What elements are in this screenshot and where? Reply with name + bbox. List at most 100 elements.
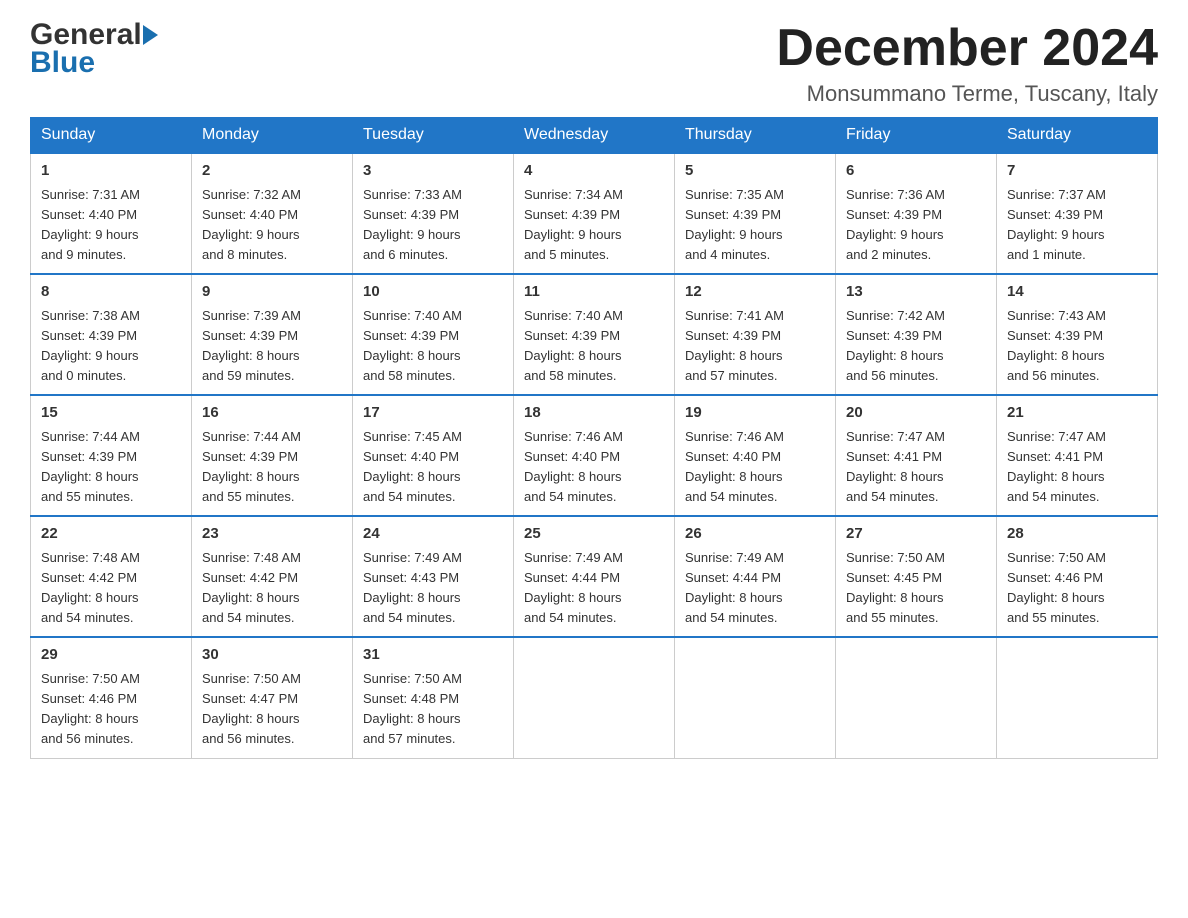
day-info: Sunrise: 7:44 AMSunset: 4:39 PMDaylight:… bbox=[41, 427, 181, 508]
calendar-week-row: 1Sunrise: 7:31 AMSunset: 4:40 PMDaylight… bbox=[31, 153, 1158, 274]
calendar-cell: 23Sunrise: 7:48 AMSunset: 4:42 PMDayligh… bbox=[192, 516, 353, 637]
calendar-cell bbox=[514, 637, 675, 758]
day-number: 18 bbox=[524, 402, 664, 425]
weekday-header-tuesday: Tuesday bbox=[353, 118, 514, 154]
day-number: 19 bbox=[685, 402, 825, 425]
day-info: Sunrise: 7:32 AMSunset: 4:40 PMDaylight:… bbox=[202, 185, 342, 266]
day-info: Sunrise: 7:39 AMSunset: 4:39 PMDaylight:… bbox=[202, 306, 342, 387]
calendar-cell: 31Sunrise: 7:50 AMSunset: 4:48 PMDayligh… bbox=[353, 637, 514, 758]
calendar-cell: 6Sunrise: 7:36 AMSunset: 4:39 PMDaylight… bbox=[836, 153, 997, 274]
day-number: 15 bbox=[41, 402, 181, 425]
day-number: 28 bbox=[1007, 523, 1147, 546]
calendar-cell: 5Sunrise: 7:35 AMSunset: 4:39 PMDaylight… bbox=[675, 153, 836, 274]
weekday-header-row: SundayMondayTuesdayWednesdayThursdayFrid… bbox=[31, 118, 1158, 154]
day-number: 14 bbox=[1007, 281, 1147, 304]
day-number: 16 bbox=[202, 402, 342, 425]
calendar-cell: 19Sunrise: 7:46 AMSunset: 4:40 PMDayligh… bbox=[675, 395, 836, 516]
day-number: 13 bbox=[846, 281, 986, 304]
calendar-cell: 25Sunrise: 7:49 AMSunset: 4:44 PMDayligh… bbox=[514, 516, 675, 637]
day-number: 22 bbox=[41, 523, 181, 546]
day-number: 12 bbox=[685, 281, 825, 304]
calendar-cell: 17Sunrise: 7:45 AMSunset: 4:40 PMDayligh… bbox=[353, 395, 514, 516]
calendar-table: SundayMondayTuesdayWednesdayThursdayFrid… bbox=[30, 117, 1158, 758]
day-info: Sunrise: 7:44 AMSunset: 4:39 PMDaylight:… bbox=[202, 427, 342, 508]
day-info: Sunrise: 7:41 AMSunset: 4:39 PMDaylight:… bbox=[685, 306, 825, 387]
calendar-cell bbox=[836, 637, 997, 758]
calendar-cell: 30Sunrise: 7:50 AMSunset: 4:47 PMDayligh… bbox=[192, 637, 353, 758]
calendar-cell: 28Sunrise: 7:50 AMSunset: 4:46 PMDayligh… bbox=[997, 516, 1158, 637]
calendar-cell: 26Sunrise: 7:49 AMSunset: 4:44 PMDayligh… bbox=[675, 516, 836, 637]
calendar-cell: 14Sunrise: 7:43 AMSunset: 4:39 PMDayligh… bbox=[997, 274, 1158, 395]
calendar-week-row: 15Sunrise: 7:44 AMSunset: 4:39 PMDayligh… bbox=[31, 395, 1158, 516]
calendar-cell: 4Sunrise: 7:34 AMSunset: 4:39 PMDaylight… bbox=[514, 153, 675, 274]
calendar-cell: 11Sunrise: 7:40 AMSunset: 4:39 PMDayligh… bbox=[514, 274, 675, 395]
logo: General Blue bbox=[30, 20, 159, 80]
day-info: Sunrise: 7:50 AMSunset: 4:47 PMDaylight:… bbox=[202, 669, 342, 750]
location-subtitle: Monsummano Terme, Tuscany, Italy bbox=[776, 81, 1158, 107]
weekday-header-monday: Monday bbox=[192, 118, 353, 154]
day-number: 23 bbox=[202, 523, 342, 546]
day-number: 9 bbox=[202, 281, 342, 304]
day-number: 1 bbox=[41, 160, 181, 183]
day-info: Sunrise: 7:49 AMSunset: 4:44 PMDaylight:… bbox=[685, 548, 825, 629]
day-number: 7 bbox=[1007, 160, 1147, 183]
day-info: Sunrise: 7:50 AMSunset: 4:46 PMDaylight:… bbox=[41, 669, 181, 750]
day-number: 26 bbox=[685, 523, 825, 546]
day-info: Sunrise: 7:42 AMSunset: 4:39 PMDaylight:… bbox=[846, 306, 986, 387]
day-info: Sunrise: 7:31 AMSunset: 4:40 PMDaylight:… bbox=[41, 185, 181, 266]
calendar-cell: 7Sunrise: 7:37 AMSunset: 4:39 PMDaylight… bbox=[997, 153, 1158, 274]
day-info: Sunrise: 7:36 AMSunset: 4:39 PMDaylight:… bbox=[846, 185, 986, 266]
day-number: 25 bbox=[524, 523, 664, 546]
day-number: 11 bbox=[524, 281, 664, 304]
day-info: Sunrise: 7:48 AMSunset: 4:42 PMDaylight:… bbox=[202, 548, 342, 629]
day-number: 17 bbox=[363, 402, 503, 425]
calendar-cell: 9Sunrise: 7:39 AMSunset: 4:39 PMDaylight… bbox=[192, 274, 353, 395]
day-number: 6 bbox=[846, 160, 986, 183]
day-info: Sunrise: 7:40 AMSunset: 4:39 PMDaylight:… bbox=[524, 306, 664, 387]
title-area: December 2024 Monsummano Terme, Tuscany,… bbox=[776, 20, 1158, 107]
day-number: 4 bbox=[524, 160, 664, 183]
day-number: 29 bbox=[41, 644, 181, 667]
calendar-week-row: 8Sunrise: 7:38 AMSunset: 4:39 PMDaylight… bbox=[31, 274, 1158, 395]
weekday-header-sunday: Sunday bbox=[31, 118, 192, 154]
day-info: Sunrise: 7:49 AMSunset: 4:44 PMDaylight:… bbox=[524, 548, 664, 629]
calendar-cell: 18Sunrise: 7:46 AMSunset: 4:40 PMDayligh… bbox=[514, 395, 675, 516]
calendar-cell: 22Sunrise: 7:48 AMSunset: 4:42 PMDayligh… bbox=[31, 516, 192, 637]
day-info: Sunrise: 7:38 AMSunset: 4:39 PMDaylight:… bbox=[41, 306, 181, 387]
weekday-header-thursday: Thursday bbox=[675, 118, 836, 154]
day-number: 10 bbox=[363, 281, 503, 304]
calendar-cell bbox=[675, 637, 836, 758]
logo-triangle-icon bbox=[143, 25, 158, 45]
calendar-cell: 8Sunrise: 7:38 AMSunset: 4:39 PMDaylight… bbox=[31, 274, 192, 395]
calendar-cell: 15Sunrise: 7:44 AMSunset: 4:39 PMDayligh… bbox=[31, 395, 192, 516]
calendar-week-row: 29Sunrise: 7:50 AMSunset: 4:46 PMDayligh… bbox=[31, 637, 1158, 758]
calendar-cell: 13Sunrise: 7:42 AMSunset: 4:39 PMDayligh… bbox=[836, 274, 997, 395]
calendar-cell: 21Sunrise: 7:47 AMSunset: 4:41 PMDayligh… bbox=[997, 395, 1158, 516]
calendar-cell: 1Sunrise: 7:31 AMSunset: 4:40 PMDaylight… bbox=[31, 153, 192, 274]
day-info: Sunrise: 7:35 AMSunset: 4:39 PMDaylight:… bbox=[685, 185, 825, 266]
calendar-week-row: 22Sunrise: 7:48 AMSunset: 4:42 PMDayligh… bbox=[31, 516, 1158, 637]
weekday-header-saturday: Saturday bbox=[997, 118, 1158, 154]
day-number: 27 bbox=[846, 523, 986, 546]
day-number: 2 bbox=[202, 160, 342, 183]
day-info: Sunrise: 7:47 AMSunset: 4:41 PMDaylight:… bbox=[846, 427, 986, 508]
day-info: Sunrise: 7:50 AMSunset: 4:46 PMDaylight:… bbox=[1007, 548, 1147, 629]
day-info: Sunrise: 7:50 AMSunset: 4:48 PMDaylight:… bbox=[363, 669, 503, 750]
calendar-cell: 20Sunrise: 7:47 AMSunset: 4:41 PMDayligh… bbox=[836, 395, 997, 516]
weekday-header-friday: Friday bbox=[836, 118, 997, 154]
day-number: 31 bbox=[363, 644, 503, 667]
day-info: Sunrise: 7:40 AMSunset: 4:39 PMDaylight:… bbox=[363, 306, 503, 387]
day-info: Sunrise: 7:45 AMSunset: 4:40 PMDaylight:… bbox=[363, 427, 503, 508]
day-info: Sunrise: 7:47 AMSunset: 4:41 PMDaylight:… bbox=[1007, 427, 1147, 508]
calendar-cell: 3Sunrise: 7:33 AMSunset: 4:39 PMDaylight… bbox=[353, 153, 514, 274]
day-info: Sunrise: 7:48 AMSunset: 4:42 PMDaylight:… bbox=[41, 548, 181, 629]
day-info: Sunrise: 7:46 AMSunset: 4:40 PMDaylight:… bbox=[524, 427, 664, 508]
page-header: General Blue December 2024 Monsummano Te… bbox=[30, 20, 1158, 107]
day-info: Sunrise: 7:49 AMSunset: 4:43 PMDaylight:… bbox=[363, 548, 503, 629]
day-number: 24 bbox=[363, 523, 503, 546]
day-info: Sunrise: 7:34 AMSunset: 4:39 PMDaylight:… bbox=[524, 185, 664, 266]
day-number: 3 bbox=[363, 160, 503, 183]
day-number: 20 bbox=[846, 402, 986, 425]
calendar-cell bbox=[997, 637, 1158, 758]
day-info: Sunrise: 7:33 AMSunset: 4:39 PMDaylight:… bbox=[363, 185, 503, 266]
